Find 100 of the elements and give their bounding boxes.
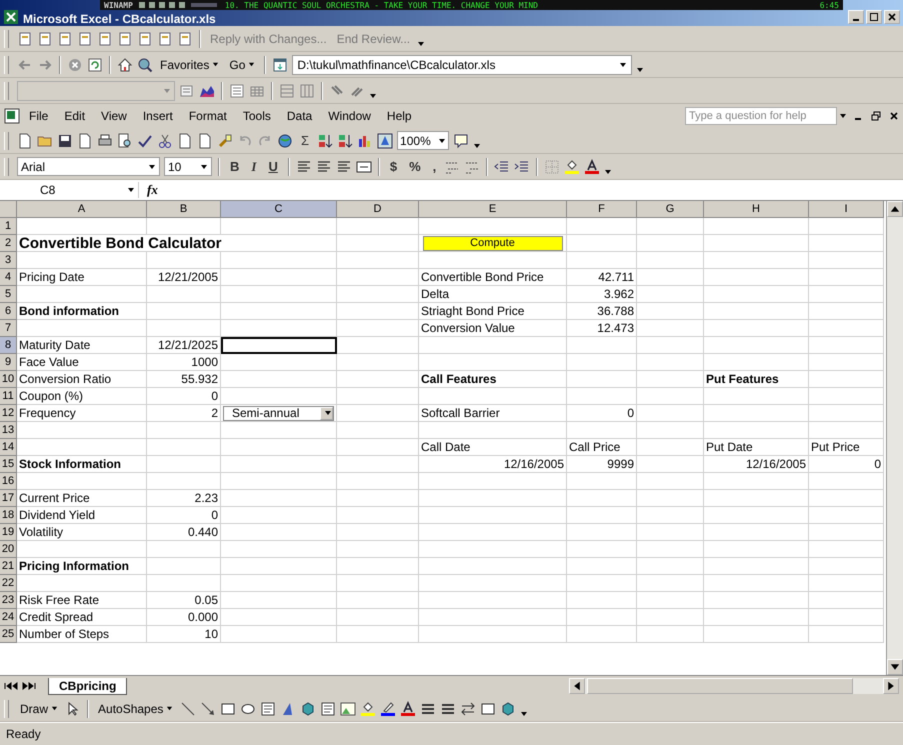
cut-icon[interactable] [157, 132, 173, 148]
row-header[interactable]: 2 [0, 235, 17, 252]
document-icon[interactable] [37, 30, 53, 46]
hyperlink-icon[interactable] [277, 132, 293, 148]
align-icon[interactable] [316, 158, 332, 174]
row-header[interactable]: 4 [0, 269, 17, 286]
column-header[interactable]: B [147, 201, 221, 218]
frequency-dropdown[interactable]: Semi-annual [223, 406, 334, 420]
align-icon[interactable] [296, 158, 312, 174]
comma-button[interactable]: , [428, 159, 440, 174]
format-painter-icon[interactable] [217, 132, 233, 148]
increase-indent-icon[interactable] [514, 158, 530, 174]
row-header[interactable]: 19 [0, 524, 17, 541]
row-header[interactable]: 12 [0, 405, 17, 422]
row-header[interactable]: 5 [0, 286, 17, 303]
column-header[interactable]: I [809, 201, 884, 218]
insert-picture-icon[interactable] [340, 700, 356, 716]
row-header[interactable]: 10 [0, 371, 17, 388]
refresh-icon[interactable] [87, 56, 103, 72]
row-header[interactable]: 15 [0, 456, 17, 473]
page-icon[interactable] [117, 30, 133, 46]
document-icon[interactable] [57, 30, 73, 46]
percent-button[interactable]: % [405, 159, 425, 174]
line-icon[interactable] [180, 700, 196, 716]
autoshapes-menu[interactable]: AutoShapes [95, 702, 176, 716]
stop-icon[interactable] [67, 56, 83, 72]
restore-icon[interactable] [871, 111, 881, 121]
close-icon[interactable] [889, 111, 899, 121]
font-color-icon[interactable] [584, 158, 600, 174]
row-header[interactable]: 9 [0, 354, 17, 371]
row-header[interactable]: 23 [0, 592, 17, 609]
help-question-field[interactable]: Type a question for help [685, 107, 837, 125]
column-header[interactable]: C [221, 201, 337, 218]
row-header[interactable]: 7 [0, 320, 17, 337]
row-header[interactable]: 21 [0, 558, 17, 575]
row-header[interactable]: 18 [0, 507, 17, 524]
spelling-icon[interactable] [137, 132, 153, 148]
menu-item[interactable]: Help [380, 107, 419, 125]
favorites-menu[interactable]: Favorites [157, 58, 222, 72]
row-header[interactable]: 20 [0, 541, 17, 558]
menu-item[interactable]: Tools [236, 107, 278, 125]
maximize-button[interactable] [866, 10, 882, 24]
scroll-right-icon[interactable] [883, 678, 899, 694]
search-icon[interactable] [137, 56, 153, 72]
horizontal-scrollbar[interactable] [569, 678, 899, 694]
format-chart-icon[interactable] [179, 82, 195, 98]
underline-button[interactable]: U [264, 159, 282, 174]
row-header[interactable]: 1 [0, 218, 17, 235]
address-field[interactable]: D:\tukul\mathfinance\CBcalculator.xls [292, 54, 632, 74]
workbook-icon[interactable] [4, 108, 20, 124]
font-size-dropdown[interactable]: 10 [164, 157, 212, 176]
go-menu[interactable]: Go [226, 58, 258, 72]
row-header[interactable]: 6 [0, 303, 17, 320]
font-dropdown[interactable]: Arial [17, 157, 160, 176]
draw-menu[interactable]: Draw [17, 702, 62, 716]
close-button[interactable] [884, 10, 900, 24]
autosum-button[interactable]: Σ [297, 133, 314, 148]
sort-descending-icon[interactable] [337, 132, 354, 148]
column-header[interactable]: E [419, 201, 567, 218]
menu-item[interactable]: Insert [136, 107, 180, 125]
insert-function-button[interactable]: fx [147, 182, 158, 198]
sort-ascending-icon[interactable] [317, 132, 334, 148]
rectangle-icon[interactable] [220, 700, 236, 716]
row-header[interactable]: 24 [0, 609, 17, 626]
decrease-indent-icon[interactable] [494, 158, 510, 174]
column-header[interactable]: A [17, 201, 147, 218]
row-header[interactable]: 22 [0, 575, 17, 592]
row-header[interactable]: 3 [0, 252, 17, 269]
menu-item[interactable]: View [94, 107, 134, 125]
arrow-icon[interactable] [200, 700, 216, 716]
font-color-icon[interactable] [400, 700, 416, 716]
menu-item[interactable]: Format [182, 107, 234, 125]
row-header[interactable]: 25 [0, 626, 17, 643]
menu-item[interactable]: Edit [57, 107, 92, 125]
column-header[interactable]: D [337, 201, 419, 218]
line-color-icon[interactable] [380, 700, 396, 716]
merge-center-icon[interactable] [356, 158, 372, 174]
row-header[interactable]: 13 [0, 422, 17, 439]
new-document-icon[interactable] [17, 30, 33, 46]
row-header[interactable]: 16 [0, 473, 17, 490]
vertical-scrollbar[interactable] [886, 201, 903, 675]
text-box-icon[interactable] [260, 700, 276, 716]
menu-item[interactable]: Window [321, 107, 378, 125]
scroll-up-icon[interactable] [887, 201, 903, 217]
compute-button[interactable]: Compute [422, 236, 562, 250]
minimize-button[interactable] [848, 10, 864, 24]
currency-button[interactable]: $ [386, 159, 402, 174]
bold-button[interactable]: B [226, 159, 244, 174]
active-cell[interactable] [221, 337, 337, 354]
menu-item[interactable]: File [22, 107, 56, 125]
scroll-down-icon[interactable] [887, 659, 903, 675]
arrow-style-icon[interactable] [460, 700, 476, 716]
column-header[interactable]: G [637, 201, 704, 218]
italic-button[interactable]: I [247, 158, 260, 174]
column-header[interactable]: F [567, 201, 637, 218]
row-header[interactable]: 14 [0, 439, 17, 456]
menu-item[interactable]: Data [280, 107, 320, 125]
print-preview-icon[interactable] [117, 132, 133, 148]
fill-color-icon[interactable] [360, 700, 376, 716]
column-header[interactable]: H [704, 201, 809, 218]
